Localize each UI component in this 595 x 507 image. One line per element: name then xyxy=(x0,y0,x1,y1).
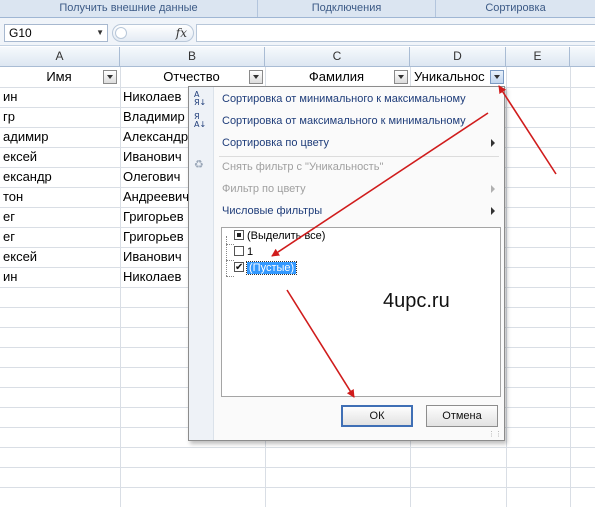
submenu-arrow-icon xyxy=(491,139,495,147)
table-cell[interactable]: Андреевич xyxy=(120,187,188,207)
table-cell[interactable]: ин xyxy=(0,267,118,287)
table-cell[interactable]: Николаев xyxy=(120,267,188,287)
menu-item-number-filters[interactable]: Числовые фильтры xyxy=(222,201,322,221)
ok-button[interactable]: ОК xyxy=(341,405,413,427)
table-cell[interactable]: ег xyxy=(0,207,118,227)
list-item-label: (Выделить все) xyxy=(247,230,326,242)
sort-descending-icon: Я A↓ xyxy=(194,112,207,129)
menu-item-filter-by-color: Фильтр по цвету xyxy=(222,183,306,195)
menu-item-sort-desc[interactable]: Сортировка от максимального к минимально… xyxy=(222,111,466,131)
column-header-e[interactable]: E xyxy=(506,47,570,67)
chevron-down-icon[interactable]: ▼ xyxy=(96,25,104,41)
header-cell-uniqueness[interactable]: Уникальнос xyxy=(410,67,490,87)
clear-filter-icon: ♻ xyxy=(194,158,204,171)
table-cell[interactable]: адимир xyxy=(0,127,118,147)
filter-button-patronymic[interactable] xyxy=(249,70,263,84)
list-item-select-all[interactable]: (Выделить все) xyxy=(234,228,325,244)
tree-line xyxy=(226,276,234,277)
tree-line xyxy=(226,236,227,276)
column-header-f[interactable] xyxy=(570,47,595,67)
list-item-label: 1 xyxy=(247,246,254,258)
resize-grip-icon[interactable]: ⋮⋮ xyxy=(488,431,502,438)
autofilter-menu: A Я↓ Сортировка от минимального к максима… xyxy=(188,86,505,441)
table-cell[interactable]: Владимир xyxy=(120,107,188,127)
header-cell-name[interactable]: Имя xyxy=(0,67,118,87)
table-cell[interactable]: тон xyxy=(0,187,118,207)
table-cell[interactable]: ин xyxy=(0,87,118,107)
table-cell[interactable]: Иванович xyxy=(120,147,188,167)
formula-input[interactable] xyxy=(196,24,595,42)
menu-item-clear-filter: Снять фильтр с "Уникальность" xyxy=(222,161,384,173)
header-cell-patronymic[interactable]: Отчество xyxy=(120,67,263,87)
table-cell[interactable]: гр xyxy=(0,107,118,127)
filter-button-surname[interactable] xyxy=(394,70,408,84)
checkbox-blanks[interactable] xyxy=(234,260,244,276)
ribbon-group-external-data[interactable]: Получить внешние данные xyxy=(0,0,258,17)
tree-line xyxy=(226,244,234,245)
header-cell-surname[interactable]: Фамилия xyxy=(265,67,408,87)
table-cell[interactable]: ексей xyxy=(0,247,118,267)
table-cell[interactable]: ександр xyxy=(0,167,118,187)
table-cell[interactable]: ег xyxy=(0,227,118,247)
filter-button-name[interactable] xyxy=(103,70,117,84)
ribbon-group-connections[interactable]: Подключения xyxy=(258,0,436,17)
menu-item-sort-asc[interactable]: Сортировка от минимального к максимально… xyxy=(222,89,466,109)
table-cell[interactable]: ексей xyxy=(0,147,118,167)
filter-values-list[interactable]: (Выделить все) 1 (Пустые) xyxy=(221,227,501,397)
column-header-a[interactable]: A xyxy=(0,47,120,67)
checkbox-select-all[interactable] xyxy=(234,230,244,240)
column-header-b[interactable]: B xyxy=(120,47,265,67)
table-cell[interactable]: Олегович xyxy=(120,167,188,187)
list-item-label: (Пустые) xyxy=(245,261,298,275)
name-box[interactable]: G10 ▼ xyxy=(4,24,108,42)
menu-icon-gutter xyxy=(189,87,214,440)
ribbon-strip: Получить внешние данные Подключения Сорт… xyxy=(0,0,595,18)
insert-function-button[interactable]: fx xyxy=(112,24,194,42)
tree-line xyxy=(226,260,234,261)
checkbox-value-1[interactable] xyxy=(234,246,244,256)
list-item-value-1[interactable]: 1 xyxy=(234,244,253,260)
function-icon: fx xyxy=(175,26,187,40)
expand-handle-icon[interactable] xyxy=(115,27,127,39)
column-header-c[interactable]: C xyxy=(265,47,410,67)
table-cell[interactable]: Иванович xyxy=(120,247,188,267)
submenu-arrow-icon xyxy=(491,185,495,193)
list-item-blanks[interactable]: (Пустые) xyxy=(234,260,298,276)
sort-ascending-icon: A Я↓ xyxy=(194,90,207,107)
cancel-button[interactable]: Отмена xyxy=(426,405,498,427)
submenu-arrow-icon xyxy=(491,207,495,215)
table-cell[interactable]: Александр xyxy=(120,127,188,147)
watermark-text: 4upc.ru xyxy=(383,290,450,312)
column-header-d[interactable]: D xyxy=(410,47,506,67)
filter-button-uniqueness[interactable] xyxy=(490,70,504,84)
table-cell[interactable]: Николаев xyxy=(120,87,188,107)
menu-item-sort-by-color[interactable]: Сортировка по цвету xyxy=(222,133,329,153)
table-cell[interactable]: Григорьев xyxy=(120,227,188,247)
table-cell[interactable]: Григорьев xyxy=(120,207,188,227)
formula-bar: G10 ▼ fx xyxy=(0,18,595,46)
name-box-value: G10 xyxy=(9,26,32,40)
ribbon-group-sort[interactable]: Сортировка xyxy=(436,0,595,17)
